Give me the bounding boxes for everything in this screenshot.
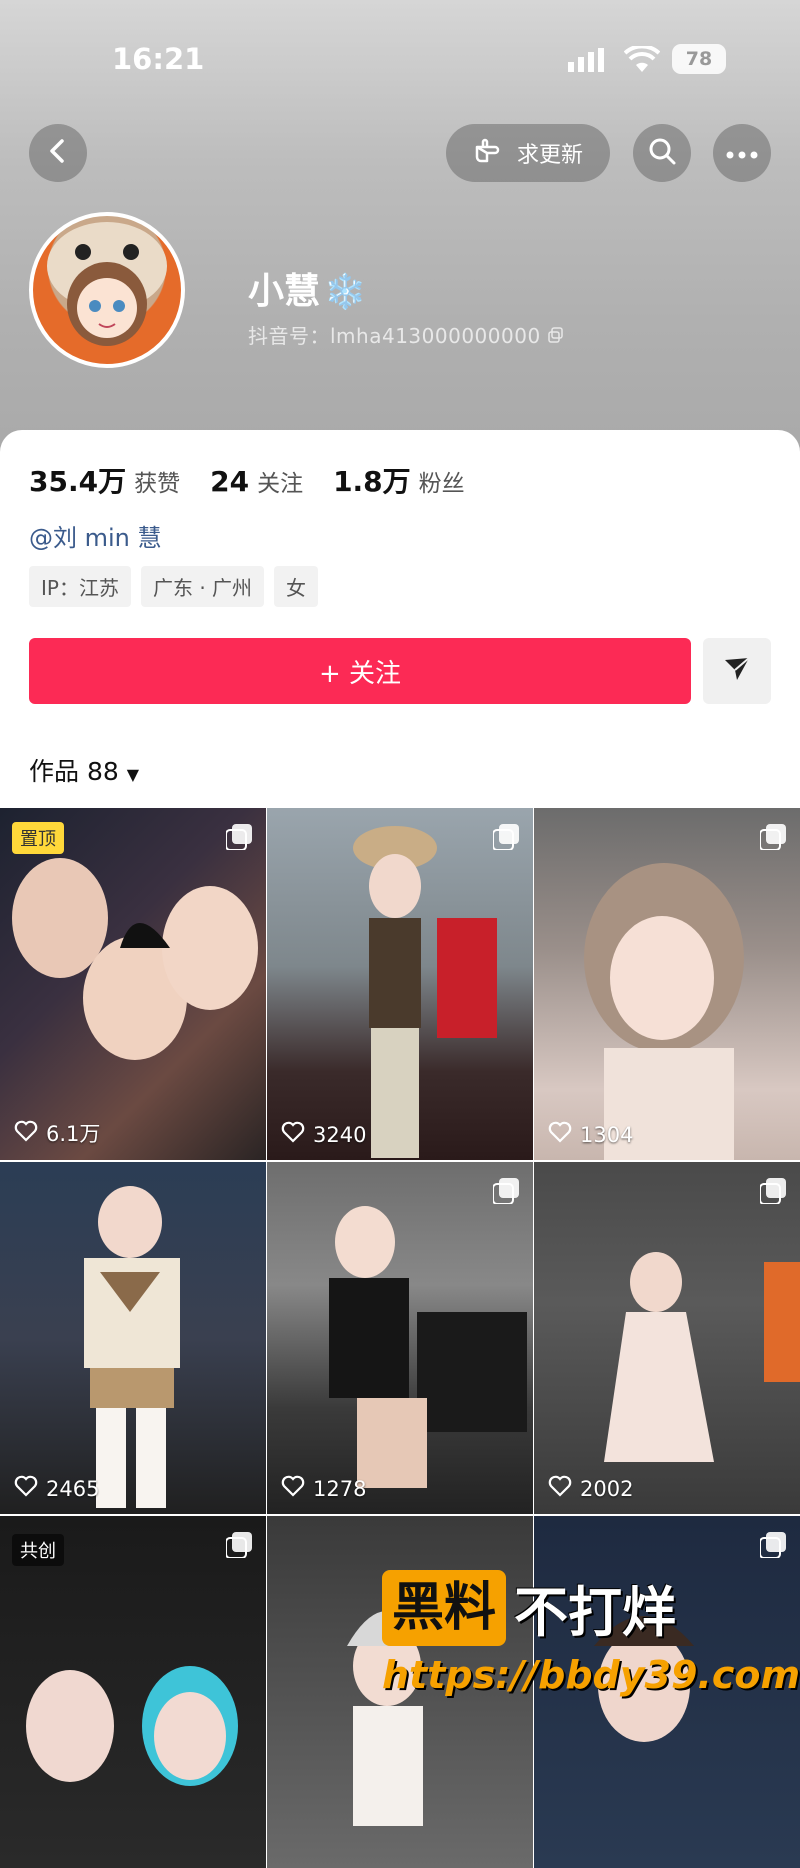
- wifi-icon: [623, 44, 661, 78]
- more-button[interactable]: [713, 124, 771, 182]
- profile-tags: IP：江苏 广东 · 广州 女: [29, 566, 319, 607]
- tag-location: 广东 · 广州: [140, 566, 265, 607]
- post-likes: 2465: [14, 1475, 99, 1502]
- stat-label: 获赞: [134, 471, 181, 497]
- profile-card: 35.4万 获赞 24 关注 1.8万 粉丝 @刘 min 慧 IP：江苏 广东 · …: [0, 430, 800, 810]
- battery-indicator: 78: [672, 44, 726, 74]
- stats-row: 35.4万 获赞 24 关注 1.8万 粉丝: [29, 460, 465, 500]
- likes-count: 6.1万: [46, 1122, 101, 1146]
- multi-image-icon: [492, 1178, 519, 1208]
- multi-image-icon: [492, 824, 519, 854]
- mention-link[interactable]: @刘 min 慧: [29, 518, 162, 553]
- works-label: 作品 88: [29, 757, 119, 786]
- stat-value: 24: [210, 465, 250, 498]
- post-likes: 1304: [548, 1121, 633, 1148]
- stat-following[interactable]: 24 关注: [210, 464, 303, 498]
- douyin-id-text: 抖音号：lmha413000000000: [248, 324, 541, 348]
- stat-likes[interactable]: 35.4万 获赞: [29, 460, 180, 500]
- heart-icon: [548, 1475, 572, 1502]
- watermark-box: 黑料: [382, 1569, 507, 1646]
- co-create-badge: 共创: [12, 1534, 64, 1566]
- avatar[interactable]: [29, 212, 185, 368]
- send-icon: [723, 656, 751, 686]
- multi-image-icon: [225, 824, 252, 854]
- stat-label: 粉丝: [418, 471, 465, 497]
- multi-image-icon: [759, 824, 786, 854]
- pointing-hand-icon: [473, 135, 507, 171]
- request-update-label: 求更新: [516, 143, 583, 168]
- likes-count: 2002: [580, 1476, 634, 1501]
- heart-icon: [548, 1121, 572, 1148]
- pinned-badge: 置顶: [12, 822, 64, 854]
- stat-label: 关注: [257, 471, 304, 497]
- back-button[interactable]: [29, 124, 87, 182]
- watermark-logo: 黑料 不打烊: [382, 1568, 782, 1647]
- nickname: 小慧 ❄️: [248, 262, 366, 314]
- watermark-text: 不打烊: [514, 1581, 677, 1644]
- chevron-down-icon: ▼: [126, 765, 140, 784]
- signal-icon: [568, 48, 608, 76]
- search-button[interactable]: [633, 124, 691, 182]
- likes-count: 1304: [580, 1122, 634, 1147]
- post-likes: 6.1万: [14, 1118, 100, 1148]
- stat-followers[interactable]: 1.8万 粉丝: [333, 460, 465, 500]
- post-tile[interactable]: 1278: [267, 1162, 533, 1514]
- stat-value: 35.4万: [29, 465, 127, 498]
- heart-icon: [281, 1121, 305, 1148]
- watermark-url: https://bbdy39.com: [382, 1653, 800, 1697]
- post-likes: 1278: [281, 1475, 366, 1502]
- likes-count: 1278: [313, 1476, 367, 1501]
- multi-image-icon: [759, 1178, 786, 1208]
- post-tile[interactable]: 3240: [267, 808, 533, 1160]
- send-message-button[interactable]: [703, 638, 771, 704]
- works-tab[interactable]: 作品 88 ▼: [29, 752, 139, 788]
- post-tile[interactable]: 共创: [0, 1516, 266, 1868]
- tag-ip: IP：江苏: [29, 566, 131, 607]
- tag-gender: 女: [274, 566, 319, 607]
- search-icon: [647, 136, 677, 170]
- request-update-button[interactable]: 求更新: [446, 124, 610, 182]
- multi-image-icon: [225, 1532, 252, 1562]
- heart-icon: [14, 1120, 38, 1147]
- back-icon: [46, 137, 70, 169]
- post-likes: 3240: [281, 1121, 366, 1148]
- douyin-id[interactable]: 抖音号：lmha413000000000: [248, 320, 564, 349]
- likes-count: 3240: [313, 1122, 367, 1147]
- heart-icon: [281, 1475, 305, 1502]
- post-likes: 2002: [548, 1475, 633, 1502]
- multi-image-icon: [759, 1532, 786, 1562]
- status-time: 16:21: [112, 42, 205, 76]
- snowflake-icon: ❄️: [324, 272, 367, 312]
- post-tile[interactable]: 2002: [534, 1162, 800, 1514]
- copy-icon[interactable]: [547, 324, 564, 348]
- more-icon: [726, 144, 758, 163]
- watermark-overlay: 黑料 不打烊 https://bbdy39.com: [382, 1568, 800, 1718]
- status-bar: 16:21 78: [0, 42, 800, 78]
- stat-value: 1.8万: [333, 465, 411, 498]
- nickname-text: 小慧: [248, 271, 321, 312]
- follow-button[interactable]: + 关注: [29, 638, 691, 704]
- heart-icon: [14, 1475, 38, 1502]
- post-tile[interactable]: 置顶 6.1万: [0, 808, 266, 1160]
- post-tile[interactable]: 1304: [534, 808, 800, 1160]
- likes-count: 2465: [46, 1476, 100, 1501]
- post-tile[interactable]: 2465: [0, 1162, 266, 1514]
